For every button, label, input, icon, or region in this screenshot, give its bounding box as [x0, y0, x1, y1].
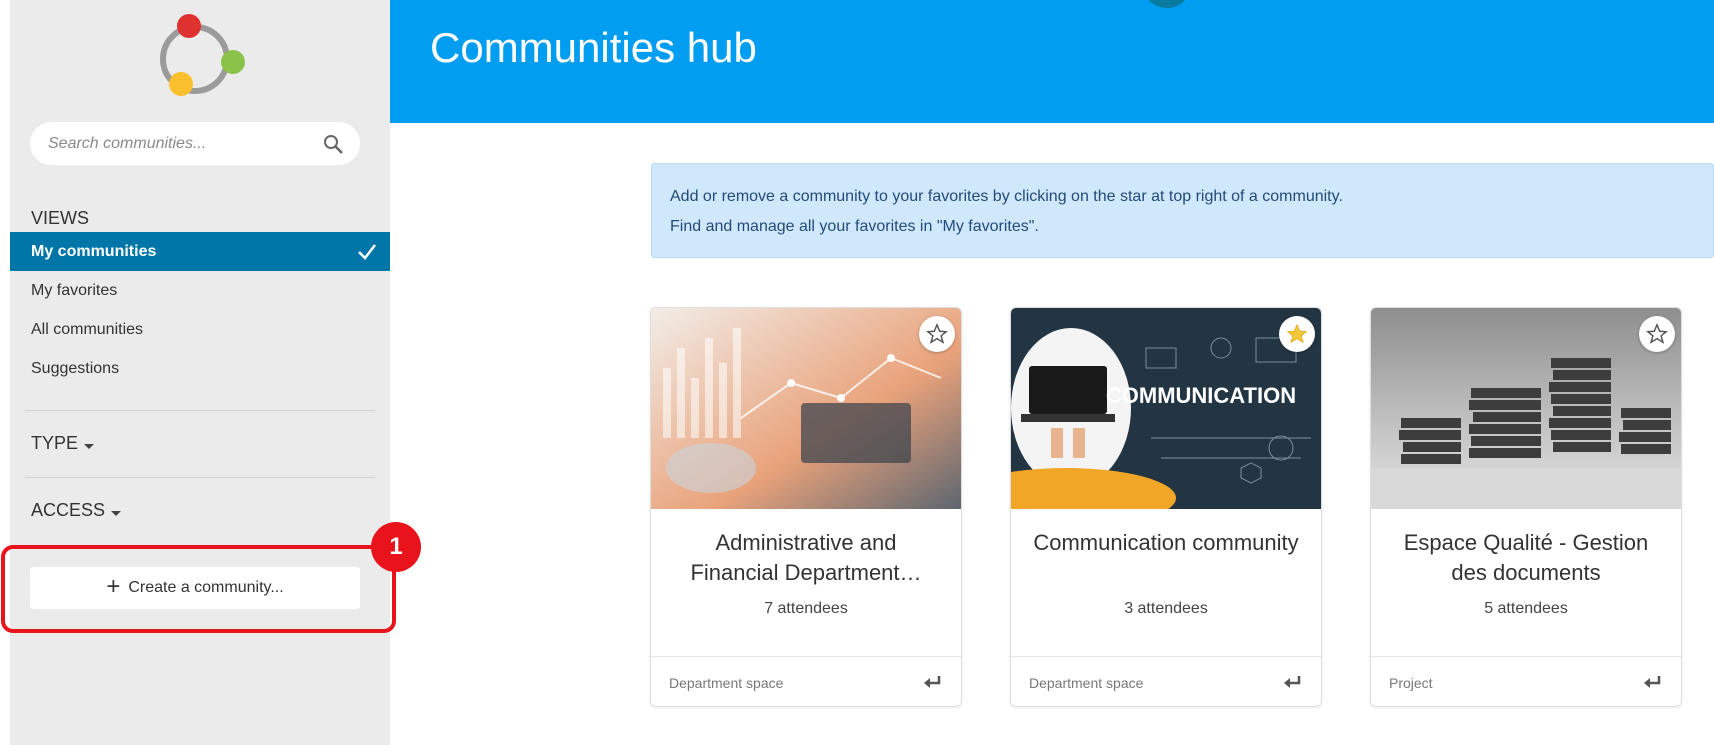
enter-arrow-icon[interactable] — [1643, 674, 1663, 692]
caret-down-icon — [111, 511, 122, 516]
type-filter[interactable]: TYPE — [31, 433, 95, 454]
community-attendees: 5 attendees — [1484, 600, 1568, 617]
sidebar-item-my-favorites[interactable]: My favorites — [10, 271, 390, 310]
star-filled-icon — [1286, 323, 1308, 344]
user-avatar[interactable] — [1142, 0, 1192, 8]
sidebar-divider — [25, 410, 375, 411]
app-logo — [160, 14, 245, 96]
community-title[interactable]: Espace Qualité - Gestion des documents — [1391, 528, 1661, 588]
star-outline-icon — [1646, 323, 1668, 344]
page-header: Communities hub — [390, 0, 1714, 123]
info-line: Add or remove a community to your favori… — [670, 188, 1343, 205]
sidebar-divider — [25, 477, 375, 478]
community-image: COMMUNICATION — [1011, 308, 1321, 509]
community-type: Department space — [669, 674, 784, 691]
community-card[interactable]: Administrative and Financial Department…… — [650, 307, 962, 707]
community-type: Project — [1389, 674, 1433, 691]
enter-arrow-icon[interactable] — [1283, 674, 1303, 692]
sidebar-item-label: My communities — [31, 242, 157, 260]
sidebar-item-label: All communities — [31, 320, 144, 338]
caret-down-icon — [84, 444, 95, 449]
community-attendees: 3 attendees — [1124, 600, 1208, 617]
views-heading: VIEWS — [31, 208, 90, 228]
community-title[interactable]: Communication community — [1031, 528, 1301, 558]
access-filter[interactable]: ACCESS — [31, 500, 122, 521]
star-outline-icon — [926, 323, 948, 344]
page-title: Communities hub — [430, 24, 757, 71]
check-icon — [358, 244, 376, 260]
community-card[interactable]: Espace Qualité - Gestion des documents 5… — [1370, 307, 1682, 707]
favorite-star-button[interactable] — [1279, 316, 1315, 352]
sidebar-item-label: Suggestions — [31, 359, 120, 377]
search-box[interactable] — [30, 122, 360, 165]
callout-highlight — [1, 545, 396, 633]
community-image — [651, 308, 961, 509]
community-card[interactable]: COMMUNICATION Communication community 3 … — [1010, 307, 1322, 707]
search-icon[interactable] — [322, 133, 344, 155]
info-line: Find and manage all your favorites in "M… — [670, 218, 1039, 235]
enter-arrow-icon[interactable] — [923, 674, 943, 692]
favorite-star-button[interactable] — [919, 316, 955, 352]
svg-text:COMMUNICATION: COMMUNICATION — [1106, 383, 1296, 408]
card-footer: Department space — [651, 656, 961, 706]
page-gutter — [0, 0, 10, 745]
favorite-star-button[interactable] — [1639, 316, 1675, 352]
sidebar-item-my-communities[interactable]: My communities — [10, 232, 390, 271]
community-title[interactable]: Administrative and Financial Department… — [671, 528, 941, 588]
sidebar: VIEWS My communities My favorites All co… — [10, 0, 390, 745]
community-image — [1371, 308, 1681, 509]
step-badge: 1 — [371, 522, 421, 572]
search-input[interactable] — [46, 133, 322, 154]
card-footer: Project — [1371, 656, 1681, 706]
sidebar-item-all-communities[interactable]: All communities — [10, 310, 390, 349]
type-filter-label: TYPE — [31, 433, 79, 453]
community-type: Department space — [1029, 674, 1144, 691]
sidebar-item-suggestions[interactable]: Suggestions — [10, 349, 390, 388]
sidebar-item-label: My favorites — [31, 281, 118, 299]
access-filter-label: ACCESS — [31, 500, 106, 520]
community-attendees: 7 attendees — [764, 600, 848, 617]
info-banner: Add or remove a community to your favori… — [651, 163, 1714, 258]
card-footer: Department space — [1011, 656, 1321, 706]
